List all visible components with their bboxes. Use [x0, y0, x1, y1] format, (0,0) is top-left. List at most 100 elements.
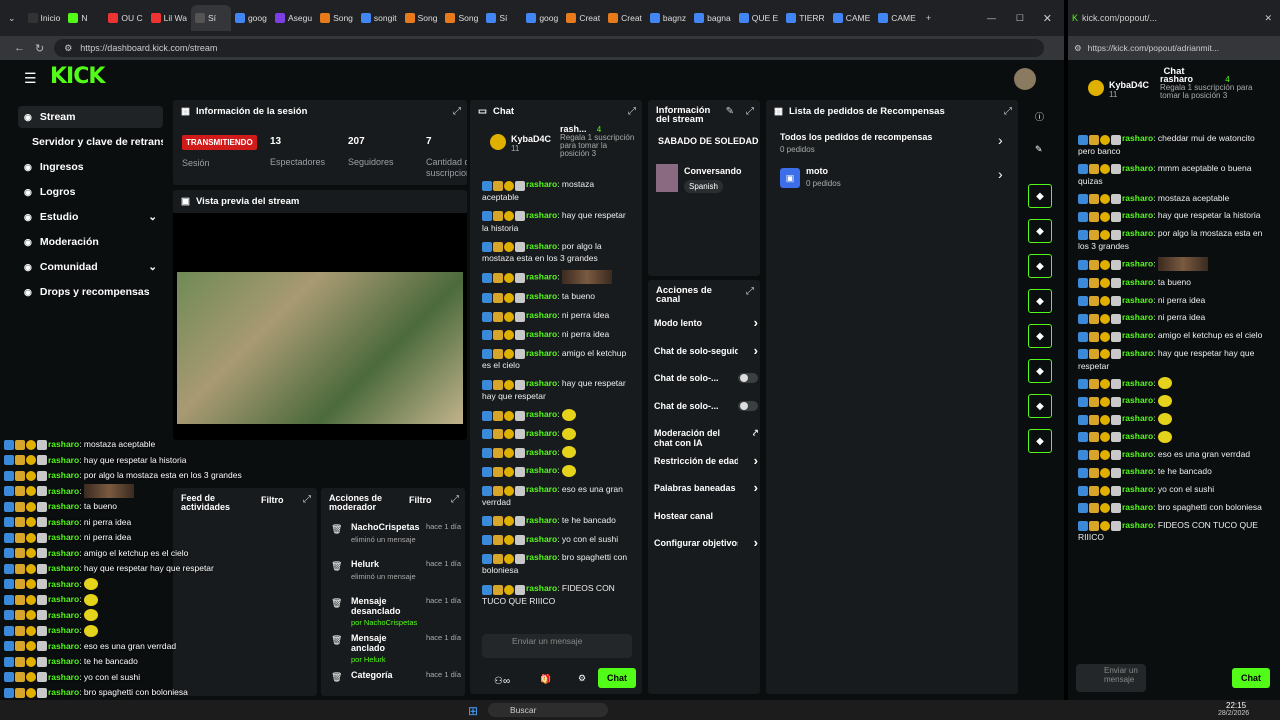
chat-username[interactable]: rasharo — [1122, 277, 1153, 287]
chat-username[interactable]: rasharo — [1122, 348, 1153, 358]
popout-message[interactable]: rasharo: yo con el sushi — [1078, 483, 1270, 496]
chat-username[interactable]: rasharo — [526, 179, 557, 189]
taskbar-search[interactable]: Buscar — [488, 703, 608, 717]
chat-message[interactable]: rasharo: por algo la mostaza esta en los… — [482, 240, 632, 265]
chat-username[interactable]: rasharo — [1122, 133, 1153, 143]
popout-message[interactable]: rasharo: cheddar mui de watoncito pero b… — [1078, 132, 1270, 157]
browser-tab[interactable]: Sí — [482, 5, 522, 31]
chat-input[interactable]: Enviar un mensaje — [482, 634, 632, 658]
close-window-icon[interactable]: ✕ — [1043, 12, 1052, 25]
popout-message[interactable]: rasharo: FIDEOS CON TUCO QUE RIIICO — [1078, 519, 1270, 544]
chat-username[interactable]: rasharo — [526, 241, 557, 251]
edit-icon[interactable]: ✎ — [726, 106, 734, 117]
chat-username[interactable]: rasharo — [526, 484, 557, 494]
new-tab-icon[interactable]: + — [926, 13, 931, 23]
chat-message[interactable]: rasharo: FIDEOS CON TUCO QUE RIIICO — [482, 582, 632, 607]
channel-action-item[interactable]: Chat de solo-seguidores › — [654, 344, 758, 357]
chat-username[interactable]: rasharo — [1122, 210, 1153, 220]
popout-message[interactable]: rasharo: — [1078, 256, 1270, 271]
chat-username[interactable]: rasharo — [526, 378, 557, 388]
popout-message[interactable]: rasharo: — [1078, 430, 1270, 443]
chat-message[interactable]: rasharo: yo con el sushi — [482, 533, 632, 546]
chat-message[interactable]: rasharo: — [482, 408, 632, 421]
popout-message[interactable]: rasharo: hay que respetar hay que respet… — [1078, 347, 1270, 372]
maximize-icon[interactable]: ☐ — [1016, 13, 1024, 24]
note-icon[interactable]: ◆ — [1028, 254, 1052, 278]
chat-username[interactable]: rasharo — [1122, 520, 1153, 530]
chat-username[interactable]: rasharo — [526, 465, 557, 475]
chat-username[interactable]: rasharo — [526, 428, 557, 438]
nav-item[interactable]: ◉ Comunidad ⌄ — [18, 256, 163, 278]
chat-message[interactable]: rasharo: — [482, 464, 632, 477]
browser-tab[interactable]: Asegu — [271, 5, 316, 31]
chat-message[interactable]: rasharo: — [482, 427, 632, 440]
chat-username[interactable]: rasharo — [1122, 502, 1153, 512]
settings-icon[interactable]: ⚙ — [578, 673, 586, 684]
send-chat-button[interactable]: Chat — [598, 668, 636, 688]
chat-username[interactable]: rasharo — [526, 272, 557, 282]
chat-message[interactable]: rasharo: ta bueno — [482, 290, 632, 303]
nav-item[interactable]: ◉ Logros — [18, 181, 163, 203]
browser-tab[interactable]: Inicio — [24, 5, 65, 31]
channel-action-item[interactable]: Chat de solo-... — [654, 400, 758, 411]
chat-username[interactable]: rasharo — [1122, 330, 1153, 340]
chat-icon[interactable]: ◆ — [1028, 289, 1052, 313]
chat-username[interactable]: rasharo — [526, 310, 557, 320]
channel-action-item[interactable]: Restricción de edad › — [654, 454, 758, 467]
expand-icon[interactable]: ⤢ — [453, 106, 461, 117]
chat-username[interactable]: rasharo — [1122, 413, 1153, 423]
popout-message[interactable]: rasharo: amigo el ketchup es el cielo — [1078, 329, 1270, 342]
expand-icon[interactable]: ⤢ — [451, 494, 459, 505]
chat-username[interactable]: rasharo — [1122, 431, 1153, 441]
chat-username[interactable]: rasharo — [526, 583, 557, 593]
popout-message[interactable]: rasharo: — [1078, 412, 1270, 425]
browser-tab[interactable]: songit — [357, 5, 401, 31]
browser-tab[interactable]: QUE E — [735, 5, 782, 31]
layout-icon[interactable]: ◆ — [1028, 359, 1052, 383]
popout-message[interactable]: rasharo: — [1078, 394, 1270, 407]
browser-tab[interactable]: Song — [316, 5, 357, 31]
browser-tab[interactable]: TIERR — [782, 5, 829, 31]
popout-message[interactable]: rasharo: bro spaghetti con boloniesa — [1078, 501, 1270, 514]
channel-action-item[interactable]: Moderación del chat con IA ⤤ — [654, 428, 758, 448]
chat-username[interactable]: rasharo — [1122, 312, 1153, 322]
popout-chat-input[interactable]: Enviar un mensaje — [1076, 664, 1146, 692]
popout-message[interactable]: rasharo: mmm aceptable o buena quizas — [1078, 162, 1270, 187]
popout-message[interactable]: rasharo: mostaza aceptable — [1078, 192, 1270, 205]
nav-item[interactable]: ◉ Ingresos — [18, 156, 163, 178]
share-icon[interactable]: ◆ — [1028, 429, 1052, 453]
chat-username[interactable]: rasharo — [526, 348, 557, 358]
nav-item[interactable]: ◉ Drops y recompensas — [18, 281, 163, 303]
chat-username[interactable]: rasharo — [526, 291, 557, 301]
users-icon[interactable]: ⚇∞ — [494, 676, 510, 687]
popout-message[interactable]: rasharo: ta bueno — [1078, 276, 1270, 289]
popout-message[interactable]: rasharo: por algo la mostaza esta en los… — [1078, 227, 1270, 252]
chat-message[interactable]: rasharo: hay que respetar la historia — [482, 209, 632, 234]
popout-message[interactable]: rasharo: — [1078, 377, 1270, 390]
channel-action-item[interactable]: Hostear canal — [654, 511, 758, 521]
chat-username[interactable]: rasharo — [526, 329, 557, 339]
browser-tab[interactable]: goog — [522, 5, 562, 31]
chat-message[interactable]: rasharo: — [482, 270, 632, 285]
site-info-icon[interactable]: ⚙ — [64, 43, 72, 54]
menu-icon[interactable]: ☰ — [24, 70, 37, 87]
expand-icon[interactable]: ⤢ — [303, 494, 311, 505]
expand-icon[interactable]: ⤢ — [628, 106, 636, 117]
browser-tab[interactable]: bagna — [690, 5, 735, 31]
tab-search-icon[interactable]: ⌄ — [8, 13, 16, 24]
channel-action-item[interactable]: Modo lento › — [654, 316, 758, 329]
chat-username[interactable]: rasharo — [1122, 295, 1153, 305]
chat-message[interactable]: rasharo: te he bancado — [482, 514, 632, 527]
expand-icon[interactable]: ⤢ — [746, 106, 754, 117]
nav-item[interactable]: Servidor y clave de retransmisión — [18, 131, 163, 153]
channel-action-item[interactable]: Chat de solo-... — [654, 373, 758, 383]
chat-message[interactable]: rasharo: bro spaghetti con boloniesa — [482, 551, 632, 576]
browser-tab[interactable]: Creat — [604, 5, 646, 31]
browser-tab[interactable]: Song — [401, 5, 442, 31]
filter-button[interactable]: Filtro — [261, 495, 284, 505]
channel-action-item[interactable]: Palabras baneadas › — [654, 481, 758, 494]
minimize-icon[interactable]: — — [987, 13, 996, 23]
chat-username[interactable]: rasharo — [526, 534, 557, 544]
browser-tab[interactable]: goog — [231, 5, 271, 31]
stream-preview-image[interactable] — [177, 272, 463, 424]
